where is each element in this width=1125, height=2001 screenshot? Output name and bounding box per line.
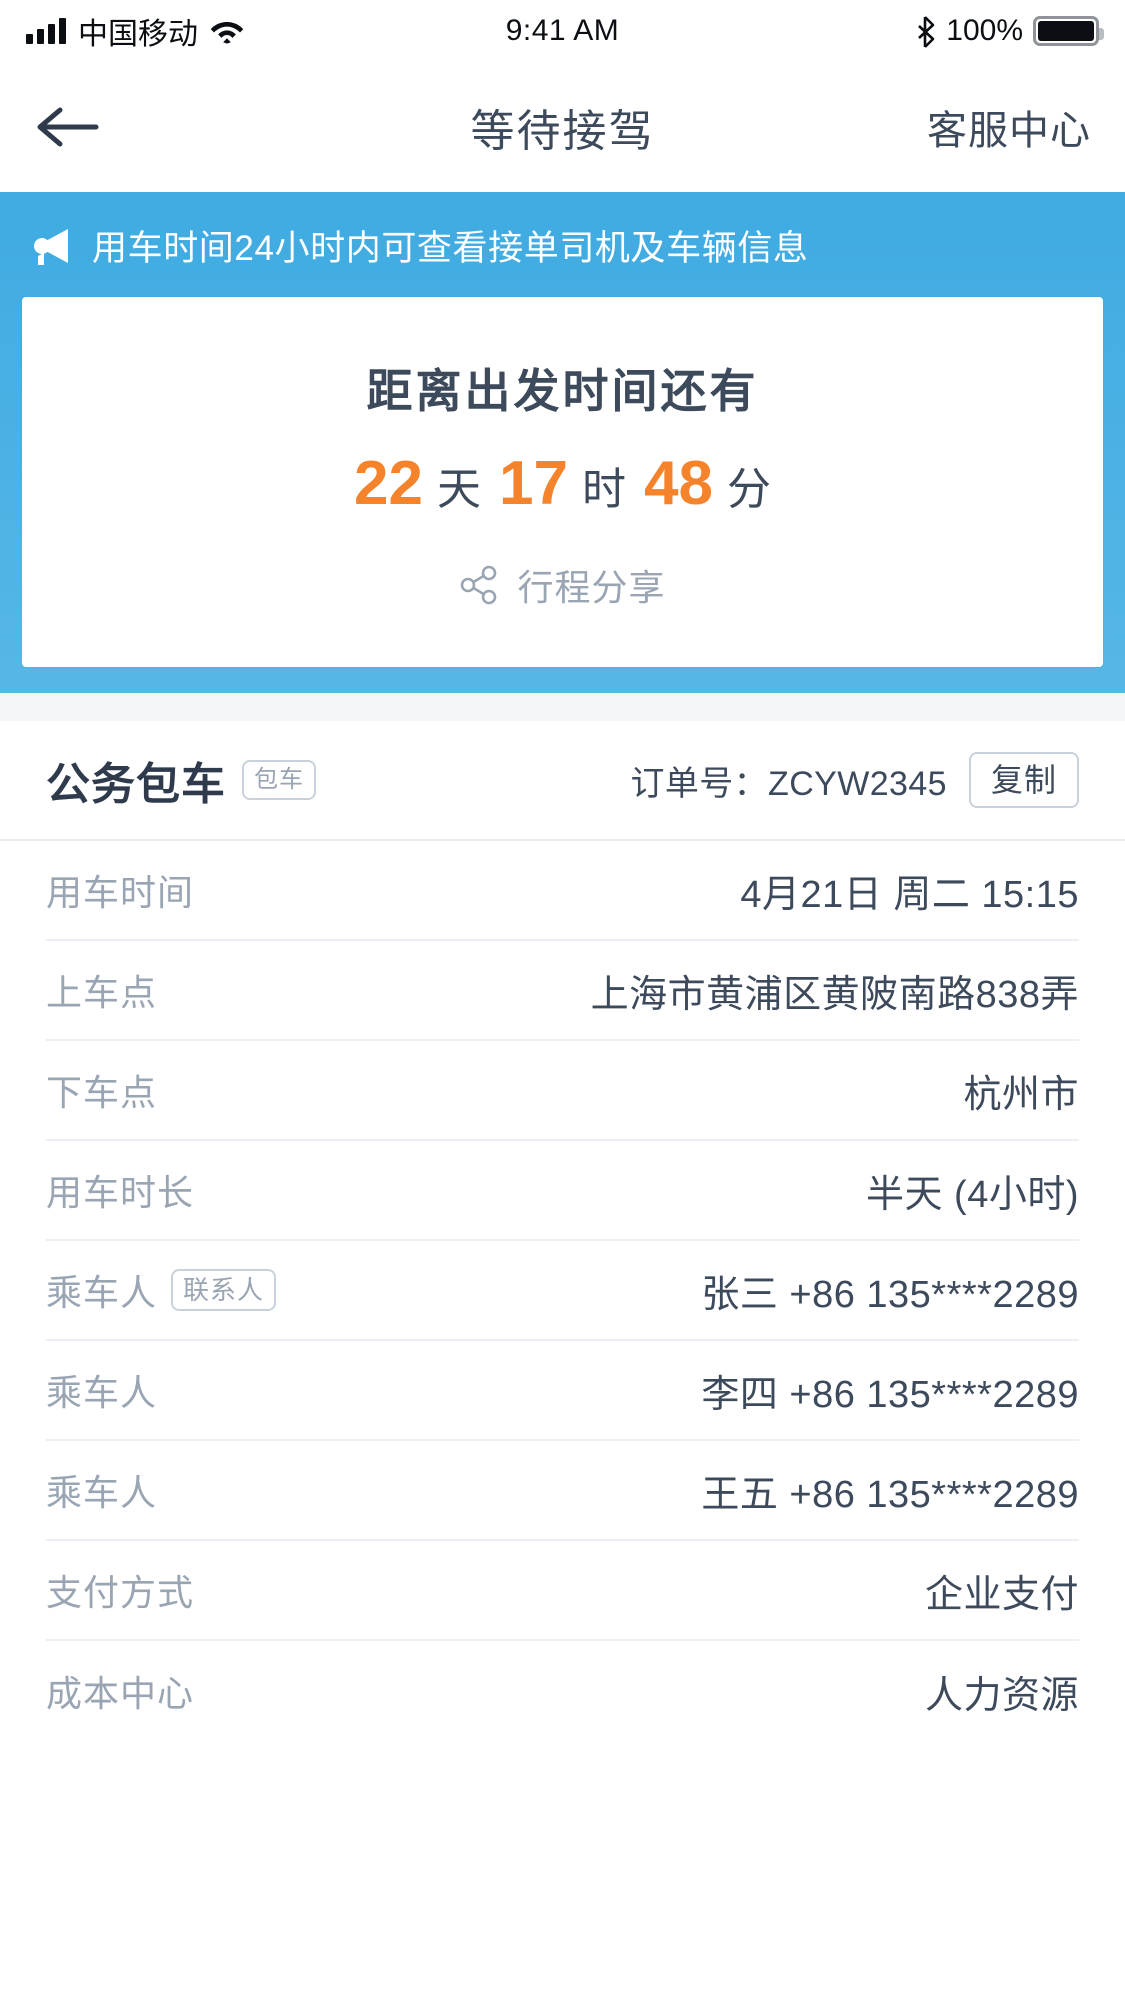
detail-row: 乘车人 王五 +86 135****2289 — [46, 1441, 1079, 1541]
detail-row-value: 4月21日 周二 15:15 — [740, 873, 1079, 916]
share-trip-label: 行程分享 — [517, 567, 666, 608]
status-bar-right: 100% — [916, 14, 1104, 48]
detail-row-label: 下车点 — [46, 1064, 157, 1116]
detail-row-value: 上海市黄浦区黄陂南路838弄 — [590, 973, 1079, 1016]
notice-row[interactable]: 用车时间24小时内可查看接单司机及车辆信息 — [0, 220, 1125, 297]
detail-row-value: 王五 +86 135****2289 — [701, 1473, 1079, 1516]
countdown-minutes-unit: 分 — [726, 465, 771, 514]
detail-row-label-text: 用车时长 — [46, 1172, 195, 1213]
notice-bottom-spacer — [0, 667, 1125, 693]
bluetooth-icon — [916, 16, 936, 48]
detail-row-label: 上车点 — [46, 964, 157, 1016]
detail-row-label: 支付方式 — [46, 1564, 194, 1616]
back-arrow-icon[interactable] — [34, 92, 104, 162]
detail-row-label-text: 乘车人 — [46, 1372, 158, 1413]
detail-row-label-text: 上车点 — [46, 972, 158, 1013]
customer-service-button[interactable]: 客服中心 — [927, 98, 1091, 156]
detail-row-value: 张三 +86 135****2289 — [701, 1273, 1079, 1316]
detail-row-value: 杭州市 — [963, 1073, 1079, 1116]
section-divider — [0, 693, 1125, 721]
detail-row-label-text: 成本中心 — [46, 1673, 195, 1714]
detail-row-label: 乘车人 — [46, 1464, 157, 1516]
detail-row-value: 企业支付 — [924, 1573, 1079, 1616]
detail-row-label-text: 支付方式 — [46, 1572, 195, 1613]
battery-percent-label: 100% — [946, 14, 1023, 47]
order-header: 公务包车 包车 订单号：ZCYW2345 复制 — [0, 721, 1125, 839]
detail-row-label-text: 用车时间 — [46, 872, 195, 913]
notice-banner: 用车时间24小时内可查看接单司机及车辆信息 距离出发时间还有 22 天 17 时… — [0, 192, 1125, 693]
detail-row-label: 乘车人 — [46, 1364, 157, 1416]
detail-row-value: 人力资源 — [924, 1674, 1079, 1717]
order-type-tag: 包车 — [242, 760, 316, 800]
detail-row-value: 李四 +86 135****2289 — [701, 1373, 1079, 1416]
detail-row-label-text: 乘车人 — [46, 1472, 158, 1513]
countdown-minutes: 48 — [643, 449, 713, 518]
share-nodes-icon — [459, 565, 499, 605]
detail-row-label-text: 下车点 — [46, 1072, 158, 1113]
share-trip-button[interactable]: 行程分享 — [22, 559, 1103, 611]
detail-row: 上车点 上海市黄浦区黄陂南路838弄 — [46, 941, 1079, 1041]
status-bar: 中国移动 9:41 AM 100% — [0, 0, 1125, 62]
notice-text: 用车时间24小时内可查看接单司机及车辆信息 — [92, 229, 809, 268]
app-screen: 中国移动 9:41 AM 100% 等待接驾 客服中心 用车时间24小时内可查看… — [0, 0, 1125, 2001]
detail-row: 乘车人 联系人 张三 +86 135****2289 — [46, 1241, 1079, 1341]
nav-bar: 等待接驾 客服中心 — [0, 62, 1125, 192]
detail-row: 乘车人 李四 +86 135****2289 — [46, 1341, 1079, 1441]
countdown-days: 22 — [354, 449, 424, 518]
countdown-hours-unit: 时 — [581, 465, 626, 514]
detail-row: 用车时间 4月21日 周二 15:15 — [46, 841, 1079, 941]
order-detail-list: 用车时间 4月21日 周二 15:15 上车点 上海市黄浦区黄陂南路838弄下车点 杭州… — [0, 841, 1125, 1741]
countdown-card: 距离出发时间还有 22 天 17 时 48 分 行程分享 — [22, 297, 1103, 667]
order-type-label: 公务包车 — [46, 760, 226, 809]
detail-row-label: 用车时长 — [46, 1164, 194, 1216]
detail-row: 支付方式 企业支付 — [46, 1541, 1079, 1641]
battery-full-icon — [1033, 16, 1104, 46]
countdown-days-unit: 天 — [437, 465, 482, 514]
megaphone-icon — [30, 225, 76, 267]
detail-row-tag: 联系人 — [171, 1269, 277, 1311]
order-number-group: 订单号：ZCYW2345 复制 — [630, 752, 1079, 808]
countdown-title: 距离出发时间还有 — [366, 365, 759, 417]
detail-row-label: 成本中心 — [46, 1665, 194, 1717]
detail-row: 成本中心 人力资源 — [46, 1641, 1079, 1741]
order-number: 订单号：ZCYW2345 — [630, 764, 947, 803]
detail-row-label-text: 乘车人 — [46, 1272, 158, 1313]
detail-row: 用车时长 半天 (4小时) — [46, 1141, 1079, 1241]
detail-row-value: 半天 (4小时) — [865, 1173, 1079, 1216]
detail-row-label: 用车时间 — [46, 864, 194, 916]
copy-order-number-button[interactable]: 复制 — [968, 752, 1079, 808]
countdown-hours: 17 — [499, 449, 568, 518]
detail-row-label: 乘车人 联系人 — [46, 1264, 277, 1316]
countdown-values: 22 天 17 时 48 分 — [22, 453, 1103, 515]
detail-row: 下车点 杭州市 — [46, 1041, 1079, 1141]
